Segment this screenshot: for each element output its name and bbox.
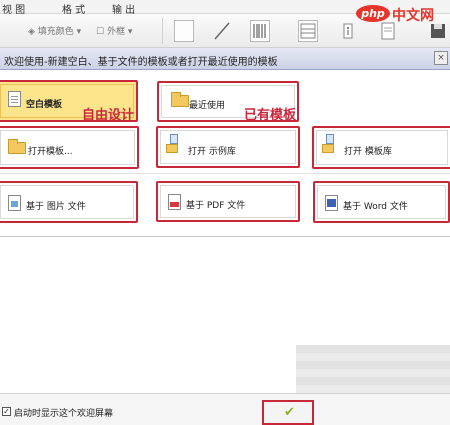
check-icon: ✔ — [284, 405, 295, 420]
option-label: 打开模板... — [28, 147, 73, 157]
pdf-file-icon — [168, 194, 181, 210]
barcode-icon[interactable] — [250, 20, 270, 42]
open-sample-option[interactable]: 打开 示例库 — [156, 126, 300, 168]
panel-border — [0, 236, 450, 237]
option-label: 打开 示例库 — [188, 147, 236, 157]
from-pdf-option[interactable]: 基于 PDF 文件 — [156, 181, 300, 222]
open-library-option[interactable]: 打开 模板库 — [312, 126, 450, 169]
open-template-option[interactable]: 打开模板... — [0, 126, 139, 169]
section-divider — [0, 173, 450, 174]
annotation-free-design: 自由设计 — [82, 108, 135, 123]
table-icon[interactable] — [298, 20, 318, 42]
word-file-icon — [325, 195, 338, 211]
folder-icon — [8, 139, 26, 154]
close-button[interactable]: × — [434, 51, 448, 65]
watermark-site-name: 中文网 — [392, 8, 434, 24]
dialog-title: 欢迎使用-新建空白、基于文件的模板或者打开最近使用的模板 — [4, 57, 278, 68]
option-label: 空白模板 — [26, 100, 63, 110]
option-label: 基于 图片 文件 — [26, 202, 86, 212]
square-icon: ☐ — [96, 27, 105, 37]
line-tool-icon[interactable] — [212, 20, 232, 42]
from-word-option[interactable]: 基于 Word 文件 — [313, 181, 450, 223]
text-box-icon[interactable] — [174, 20, 194, 42]
dialog-footer: ✓ 启动时显示这个欢迎屏幕 — [0, 393, 450, 425]
show-on-startup-label: 启动时显示这个欢迎屏幕 — [14, 409, 114, 419]
info-icon[interactable] — [338, 20, 358, 42]
toolbar-divider — [162, 18, 163, 44]
ok-button[interactable]: ✔ — [262, 400, 314, 425]
option-label: 打开 模板库 — [344, 147, 392, 157]
library-document-icon — [326, 134, 334, 144]
php-logo-icon: php — [356, 5, 390, 22]
dialog-title-bar: 欢迎使用-新建空白、基于文件的模板或者打开最近使用的模板 × — [0, 48, 450, 70]
folder-icon — [166, 144, 178, 153]
folder-icon — [171, 92, 189, 107]
watermark-logo: php 中文网 — [356, 3, 446, 24]
sample-document-icon — [170, 134, 178, 144]
folder-icon — [322, 144, 334, 153]
fill-color-button[interactable]: ◈ 填充颜色 ▾ — [28, 24, 81, 37]
option-label: 基于 PDF 文件 — [186, 201, 246, 211]
show-on-startup-checkbox[interactable]: ✓ — [2, 407, 11, 416]
blank-document-icon — [8, 91, 21, 107]
image-file-icon — [8, 195, 21, 211]
paint-bucket-icon: ◈ — [28, 27, 35, 37]
border-button[interactable]: ☐ 外框 ▾ — [96, 24, 132, 37]
annotation-existing-template: 已有模板 — [244, 108, 297, 123]
option-label: 最近使用 — [189, 101, 226, 111]
option-label: 基于 Word 文件 — [343, 202, 408, 212]
from-image-option[interactable]: 基于 图片 文件 — [0, 181, 138, 223]
